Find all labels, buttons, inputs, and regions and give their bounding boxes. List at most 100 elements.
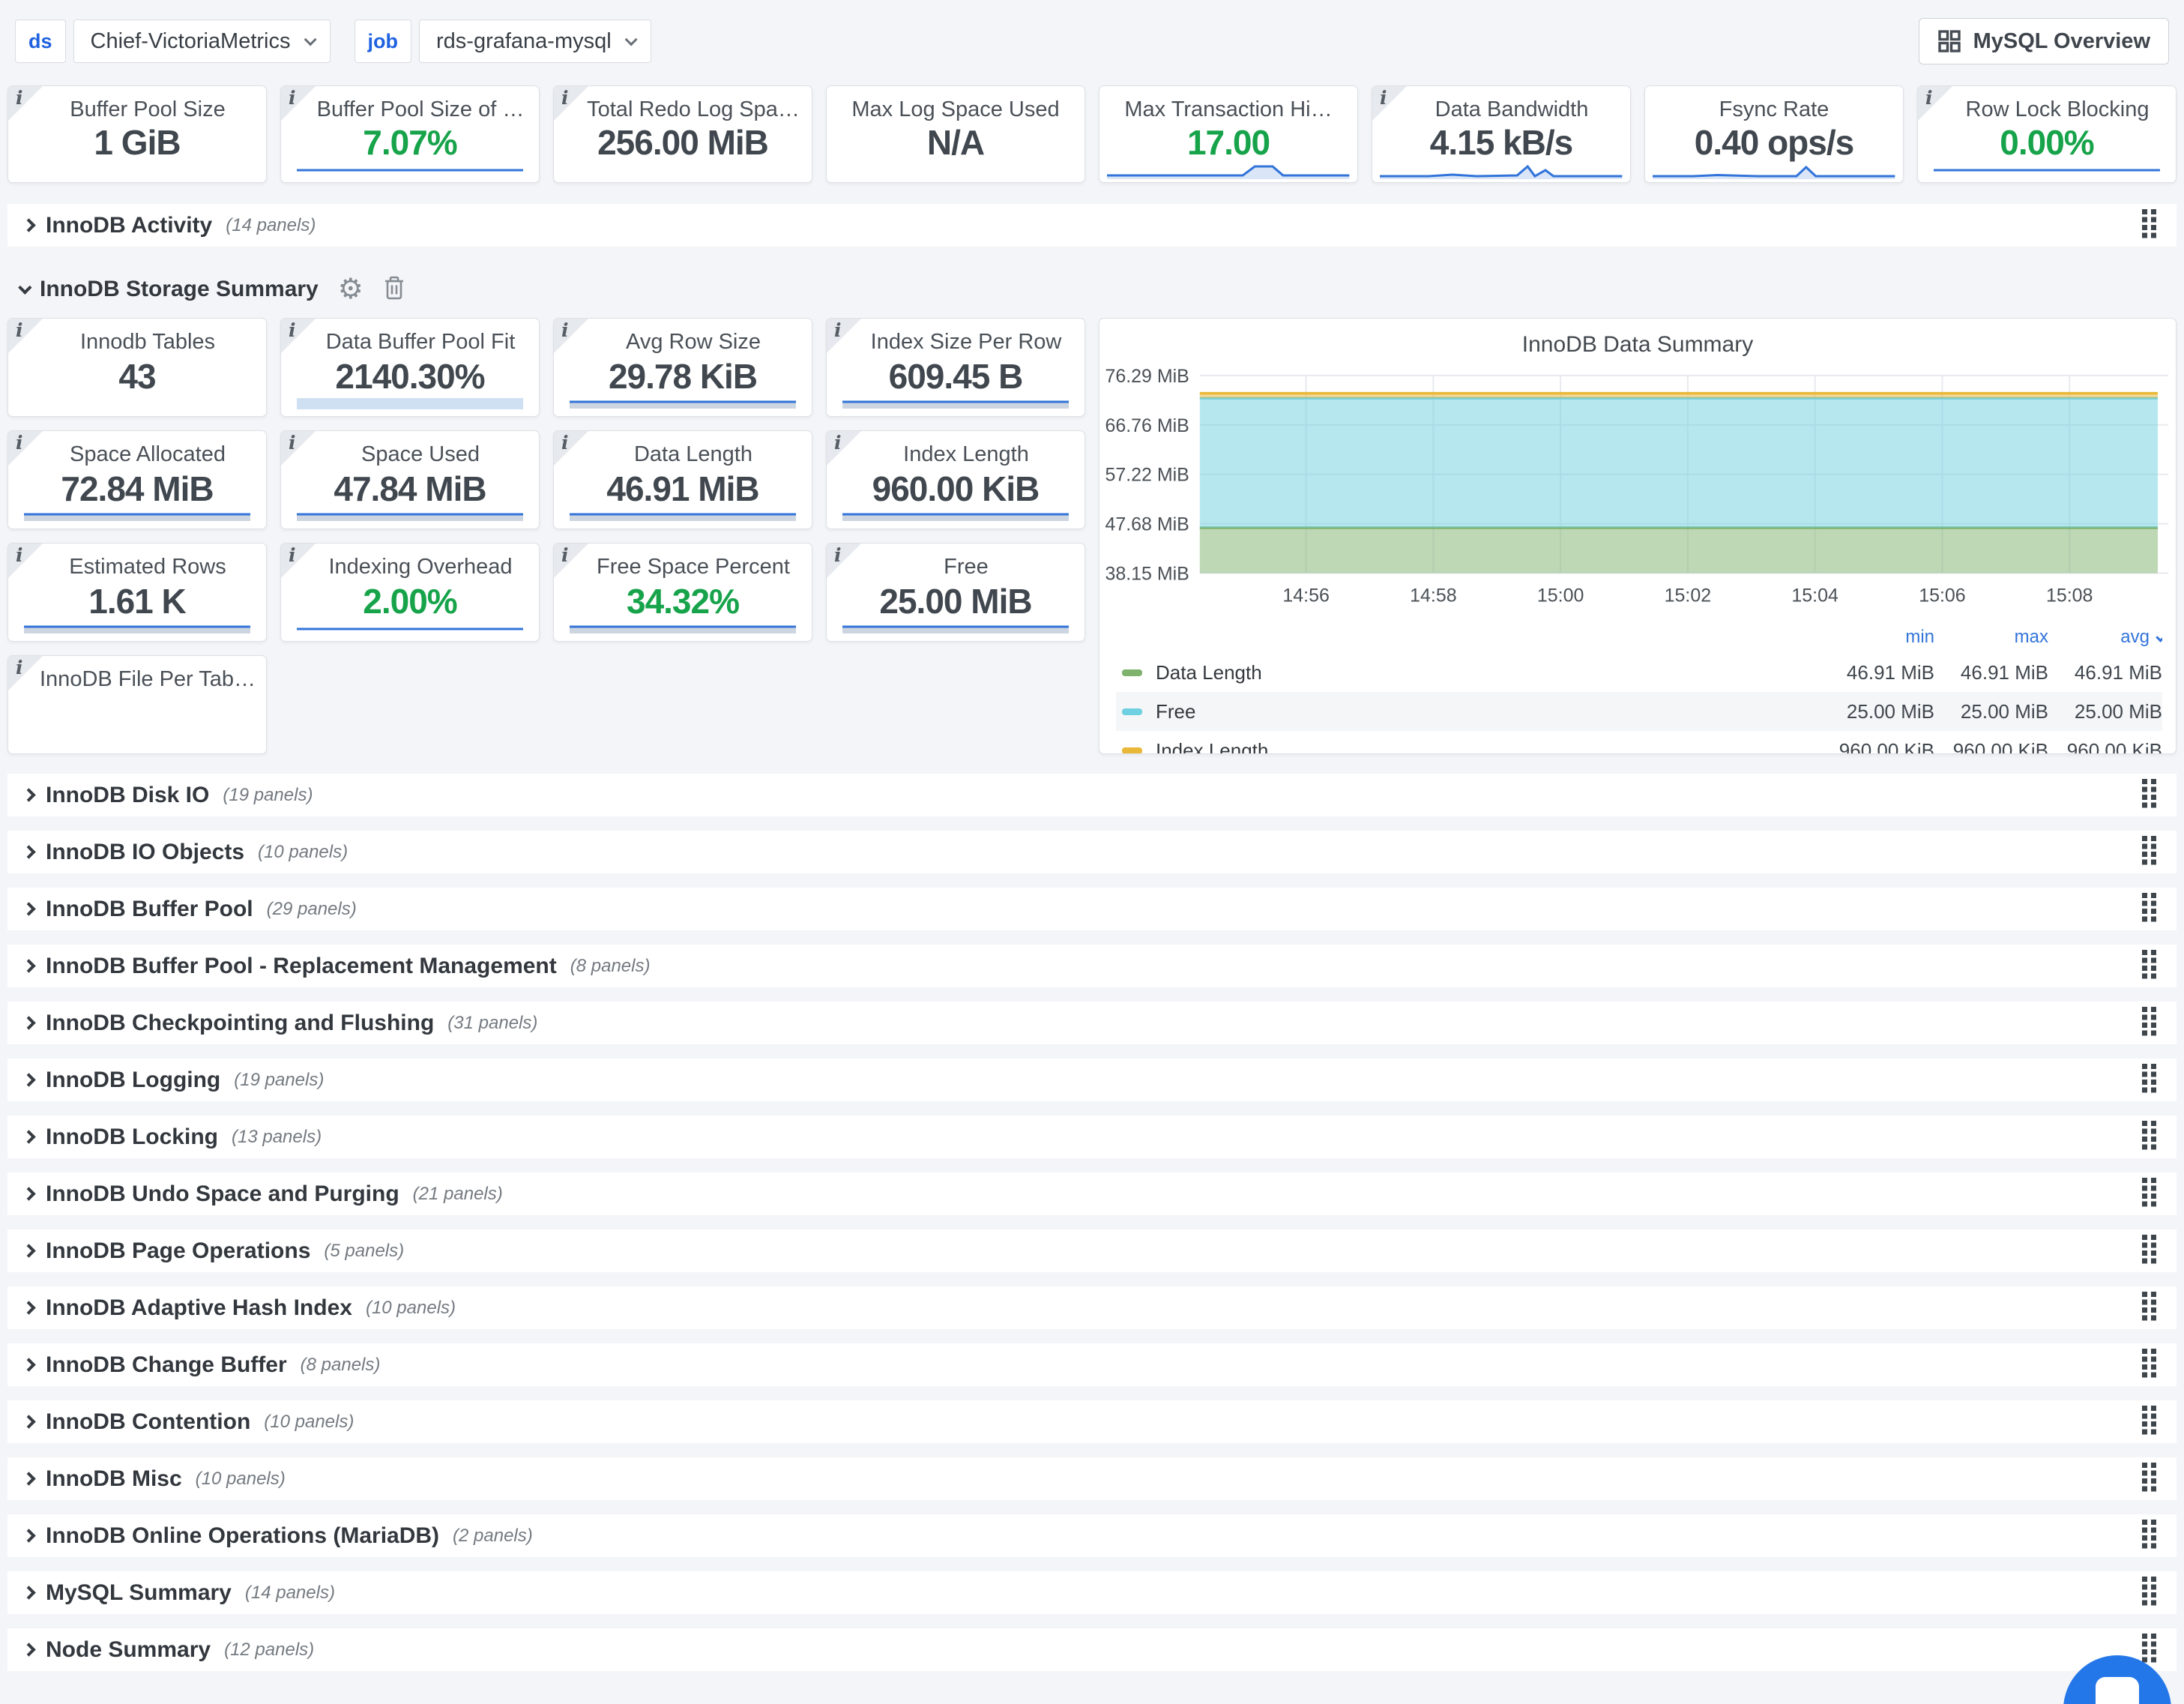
stat-panel-title[interactable]: Index Size Per Row	[827, 330, 1085, 355]
row-title: InnoDB Online Operations (MariaDB)	[46, 1523, 439, 1549]
row-innodb-buffer-pool-replacement-management[interactable]: InnoDB Buffer Pool - Replacement Managem…	[7, 945, 2177, 987]
mysql-overview-link-button[interactable]: MySQL Overview	[1919, 18, 2169, 64]
row-innodb-io-objects[interactable]: InnoDB IO Objects (10 panels)	[7, 831, 2177, 873]
row-drag-handle-icon[interactable]	[2141, 1576, 2157, 1610]
panel-info-corner-icon[interactable]	[554, 544, 588, 578]
panel-info-corner-icon[interactable]	[1372, 86, 1407, 121]
legend-sort-max[interactable]: max	[1934, 627, 2048, 648]
row-drag-handle-icon[interactable]	[2141, 208, 2157, 242]
row-drag-handle-icon[interactable]	[2141, 1462, 2157, 1496]
row-title: InnoDB Storage Summary	[40, 277, 319, 302]
job-variable-select[interactable]: rds-grafana-mysql	[419, 19, 651, 63]
stat-panel-title[interactable]: Buffer Pool Size of …	[281, 97, 539, 122]
legend-series-name[interactable]: Free	[1116, 700, 1820, 723]
row-drag-handle-icon[interactable]	[2141, 892, 2157, 926]
stat-panel-title[interactable]: Max Log Space Used	[827, 97, 1085, 122]
panel-info-corner-icon[interactable]	[8, 319, 43, 353]
stat-panel-title[interactable]: InnoDB File Per Tab…	[8, 667, 266, 692]
row-innodb-locking[interactable]: InnoDB Locking (13 panels)	[7, 1116, 2177, 1158]
panel-info-corner-icon[interactable]	[554, 86, 588, 121]
stat-panel-title[interactable]: Space Used	[281, 442, 539, 467]
svg-text:38.15 MiB: 38.15 MiB	[1105, 564, 1189, 585]
stat-panel-title[interactable]: Data Length	[554, 442, 812, 467]
panel-info-corner-icon[interactable]	[554, 319, 588, 353]
panel-info-corner-icon[interactable]	[8, 656, 43, 690]
legend-sort-min[interactable]: min	[1820, 627, 1934, 648]
stat-panel-value: 2.00%	[281, 581, 539, 621]
stat-panel-title[interactable]: Avg Row Size	[554, 330, 812, 355]
legend-series-swatch-icon	[1122, 747, 1142, 754]
stat-panel-max-transaction-hi: Max Transaction Hi… 17.00	[1099, 85, 1358, 183]
row-drag-handle-icon[interactable]	[2141, 1519, 2157, 1553]
row-drag-handle-icon[interactable]	[2141, 778, 2157, 812]
row-innodb-storage-summary-header[interactable]: InnoDB Storage Summary ⚙	[0, 261, 2184, 318]
panel-info-corner-icon[interactable]	[281, 86, 316, 121]
stat-panel-free: i Free 25.00 MiB	[826, 543, 1085, 642]
panel-info-corner-icon[interactable]	[281, 544, 316, 578]
stat-panel-title[interactable]: Buffer Pool Size	[8, 97, 266, 122]
row-innodb-checkpointing-and-flushing[interactable]: InnoDB Checkpointing and Flushing (31 pa…	[7, 1002, 2177, 1044]
panel-info-corner-icon[interactable]	[554, 431, 588, 466]
row-innodb-buffer-pool[interactable]: InnoDB Buffer Pool (29 panels)	[7, 888, 2177, 930]
row-drag-handle-icon[interactable]	[2141, 1291, 2157, 1325]
legend-sort-avg[interactable]: avg	[2048, 627, 2162, 648]
legend-series-name[interactable]: Data Length	[1116, 661, 1820, 684]
stat-panel-value: 47.84 MiB	[281, 469, 539, 509]
panel-info-corner-icon[interactable]	[8, 431, 43, 466]
stat-sparkline	[24, 507, 251, 525]
stat-panel-title[interactable]: Row Lock Blocking	[1918, 97, 2176, 122]
row-innodb-contention[interactable]: InnoDB Contention (10 panels)	[7, 1400, 2177, 1443]
stat-panel-title[interactable]: Fsync Rate	[1645, 97, 1903, 122]
row-innodb-disk-io[interactable]: InnoDB Disk IO (19 panels)	[7, 774, 2177, 816]
row-panel-count: (8 panels)	[570, 956, 651, 977]
stat-panel-title[interactable]: Estimated Rows	[8, 555, 266, 579]
stat-panel-title[interactable]: Free	[827, 555, 1085, 579]
row-innodb-online-operations-mariadb[interactable]: InnoDB Online Operations (MariaDB) (2 pa…	[7, 1514, 2177, 1557]
stat-panel-data-bandwidth: i Data Bandwidth 4.15 kB/s	[1372, 85, 1631, 183]
row-drag-handle-icon[interactable]	[2141, 1006, 2157, 1040]
row-innodb-undo-space-and-purging[interactable]: InnoDB Undo Space and Purging (21 panels…	[7, 1172, 2177, 1215]
stat-panel-indexing-overhead: i Indexing Overhead 2.00%	[280, 543, 540, 642]
row-drag-handle-icon[interactable]	[2141, 1177, 2157, 1211]
stat-panel-title[interactable]: Max Transaction Hi…	[1099, 97, 1357, 122]
row-delete-trash-icon[interactable]	[383, 275, 405, 304]
svg-text:66.76 MiB: 66.76 MiB	[1105, 415, 1189, 436]
panel-info-corner-icon[interactable]	[281, 319, 316, 353]
row-drag-handle-icon[interactable]	[2141, 949, 2157, 983]
panel-info-corner-icon[interactable]	[8, 86, 43, 121]
stat-panel-title[interactable]: Total Redo Log Spa…	[554, 97, 812, 122]
stat-panel-title[interactable]: Data Bandwidth	[1372, 97, 1630, 122]
row-drag-handle-icon[interactable]	[2141, 1120, 2157, 1154]
svg-text:15:02: 15:02	[1665, 585, 1711, 606]
stat-panel-title[interactable]: Index Length	[827, 442, 1085, 467]
legend-series-name[interactable]: Index Length	[1116, 739, 1820, 754]
row-drag-handle-icon[interactable]	[2141, 1348, 2157, 1382]
row-innodb-page-operations[interactable]: InnoDB Page Operations (5 panels)	[7, 1229, 2177, 1272]
panel-info-corner-icon[interactable]	[827, 431, 861, 466]
row-innodb-logging[interactable]: InnoDB Logging (19 panels)	[7, 1059, 2177, 1101]
row-panel-count: (19 panels)	[234, 1070, 324, 1091]
row-drag-handle-icon[interactable]	[2141, 1405, 2157, 1439]
panel-info-corner-icon[interactable]	[827, 319, 861, 353]
stat-panel-title[interactable]: Free Space Percent	[554, 555, 812, 579]
row-settings-gear-icon[interactable]: ⚙	[338, 275, 364, 304]
panel-info-corner-icon[interactable]	[827, 544, 861, 578]
row-drag-handle-icon[interactable]	[2141, 1234, 2157, 1268]
row-innodb-misc[interactable]: InnoDB Misc (10 panels)	[7, 1457, 2177, 1500]
row-innodb-activity[interactable]: InnoDB Activity (14 panels)	[7, 204, 2177, 247]
row-innodb-adaptive-hash-index[interactable]: InnoDB Adaptive Hash Index (10 panels)	[7, 1286, 2177, 1329]
stat-panel-title[interactable]: Innodb Tables	[8, 330, 266, 355]
stat-panel-title[interactable]: Indexing Overhead	[281, 555, 539, 579]
panel-info-corner-icon[interactable]	[8, 544, 43, 578]
stat-panel-title[interactable]: Space Allocated	[8, 442, 266, 467]
row-drag-handle-icon[interactable]	[2141, 835, 2157, 869]
row-node-summary[interactable]: Node Summary (12 panels)	[7, 1628, 2177, 1671]
legend-min-value: 46.91 MiB	[1820, 661, 1934, 684]
panel-info-corner-icon[interactable]	[1918, 86, 1952, 121]
panel-info-corner-icon[interactable]	[281, 431, 316, 466]
row-mysql-summary[interactable]: MySQL Summary (14 panels)	[7, 1571, 2177, 1614]
row-drag-handle-icon[interactable]	[2141, 1063, 2157, 1097]
row-innodb-change-buffer[interactable]: InnoDB Change Buffer (8 panels)	[7, 1343, 2177, 1386]
ds-variable-select[interactable]: Chief-VictoriaMetrics	[73, 19, 331, 63]
stat-panel-title[interactable]: Data Buffer Pool Fit	[281, 330, 539, 355]
